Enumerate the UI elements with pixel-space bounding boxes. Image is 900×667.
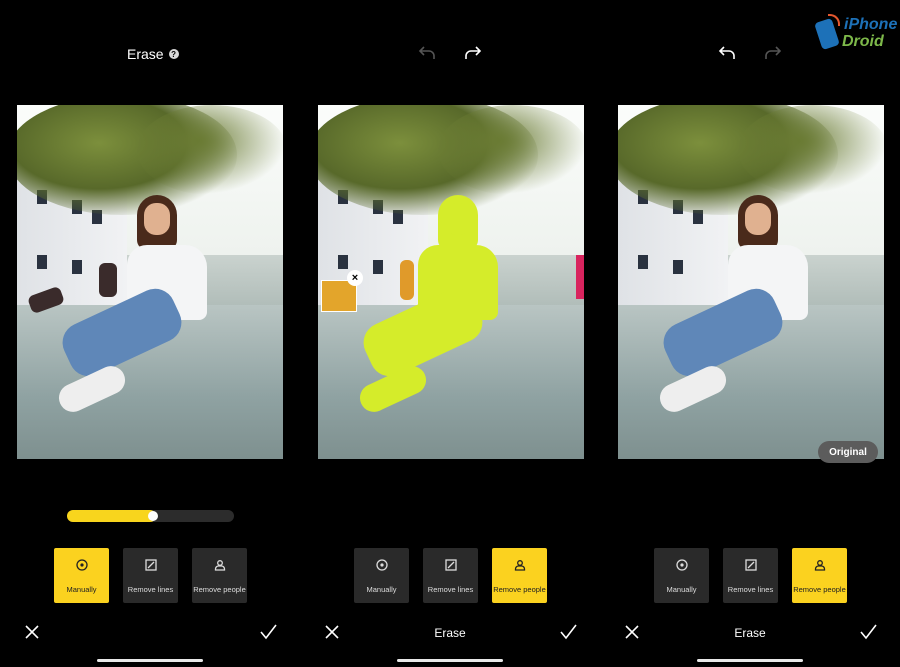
home-indicator xyxy=(697,659,803,662)
tool-button-manually[interactable]: Manually xyxy=(54,548,109,603)
line-box-icon xyxy=(444,558,457,576)
help-icon[interactable]: ? xyxy=(168,49,179,59)
tool-row: Manually Remove lines Remove people xyxy=(354,548,547,603)
tool-button-remove-lines[interactable]: Remove lines xyxy=(723,548,778,603)
line-box-icon xyxy=(744,558,757,576)
bottom-title: Erase xyxy=(734,626,766,640)
tool-button-manually[interactable]: Manually xyxy=(654,548,709,603)
tool-label: Manually xyxy=(66,584,97,594)
panel-manual-erase: Erase ? Manually Remove lines Remove peopl… xyxy=(0,0,300,667)
tool-label: Remove people xyxy=(493,584,546,594)
bottom-title: Erase xyxy=(434,626,466,640)
photo-tree xyxy=(738,105,884,195)
target-icon xyxy=(675,558,688,576)
undo-icon xyxy=(718,46,735,59)
tool-button-remove-people[interactable]: Remove people xyxy=(792,548,847,603)
check-icon[interactable] xyxy=(560,624,577,640)
photo-tree xyxy=(438,105,584,195)
subject-mask-face[interactable] xyxy=(445,203,471,235)
slider-thumb[interactable] xyxy=(147,511,158,521)
logo-line1: iPhone xyxy=(844,16,898,33)
tool-row: Manually Remove lines Remove people xyxy=(54,548,247,603)
bottom-bar xyxy=(0,623,300,643)
tool-button-remove-lines[interactable]: Remove lines xyxy=(123,548,178,603)
person-icon xyxy=(514,558,526,576)
undo-button[interactable] xyxy=(718,45,736,61)
background-person xyxy=(99,263,117,297)
brush-size-slider[interactable] xyxy=(67,510,234,522)
redo-button[interactable] xyxy=(464,45,482,61)
page-title: Erase ? xyxy=(127,46,179,62)
line-box-icon xyxy=(144,558,157,576)
person-icon xyxy=(214,558,226,576)
undo-icon xyxy=(418,46,435,59)
tool-label: Manually xyxy=(666,584,697,594)
photo-canvas[interactable]: × xyxy=(318,105,584,459)
tool-button-manually[interactable]: Manually xyxy=(354,548,409,603)
close-icon[interactable] xyxy=(25,625,39,639)
redo-button[interactable] xyxy=(764,45,782,61)
subject-face xyxy=(745,203,771,235)
subject-face xyxy=(144,203,170,235)
undo-button[interactable] xyxy=(418,45,436,61)
check-icon[interactable] xyxy=(260,624,277,640)
tool-label: Remove lines xyxy=(127,584,174,594)
original-compare-button[interactable]: Original xyxy=(818,441,878,463)
redo-icon xyxy=(765,46,782,59)
tool-button-remove-lines[interactable]: Remove lines xyxy=(423,548,478,603)
bottom-bar: Erase xyxy=(300,623,600,643)
tool-label: Remove people xyxy=(793,584,846,594)
detected-person-pink[interactable] xyxy=(576,255,584,299)
home-indicator xyxy=(97,659,203,662)
panel-remove-people-result: Original Manually Remove lines Remove peop… xyxy=(600,0,900,667)
target-icon xyxy=(375,558,388,576)
title-text: Erase xyxy=(127,46,164,62)
remove-selection-button[interactable]: × xyxy=(347,270,363,286)
tool-label: Remove people xyxy=(193,584,246,594)
iphonedroid-logo: iPhone Droid xyxy=(814,14,898,56)
logo-line2: Droid xyxy=(842,33,884,50)
photo-canvas[interactable] xyxy=(618,105,884,459)
check-icon[interactable] xyxy=(860,624,877,640)
photo-tree xyxy=(137,105,283,195)
tool-button-remove-people[interactable]: Remove people xyxy=(192,548,247,603)
redo-icon xyxy=(465,46,482,59)
photo-canvas[interactable] xyxy=(17,105,283,459)
bottom-bar: Erase xyxy=(600,623,900,643)
person-icon xyxy=(814,558,826,576)
detected-person-orange[interactable] xyxy=(400,260,414,300)
panel-remove-people-selection: × Manually Remove lines Remove people Eras… xyxy=(300,0,600,667)
slider-fill xyxy=(67,510,156,522)
tool-row: Manually Remove lines Remove people xyxy=(654,548,847,603)
signal-icon xyxy=(828,14,840,26)
tool-button-remove-people[interactable]: Remove people xyxy=(492,548,547,603)
tool-label: Manually xyxy=(366,584,397,594)
target-icon xyxy=(75,558,88,576)
tool-label: Remove lines xyxy=(427,584,474,594)
tool-label: Remove lines xyxy=(727,584,774,594)
home-indicator xyxy=(397,659,503,662)
